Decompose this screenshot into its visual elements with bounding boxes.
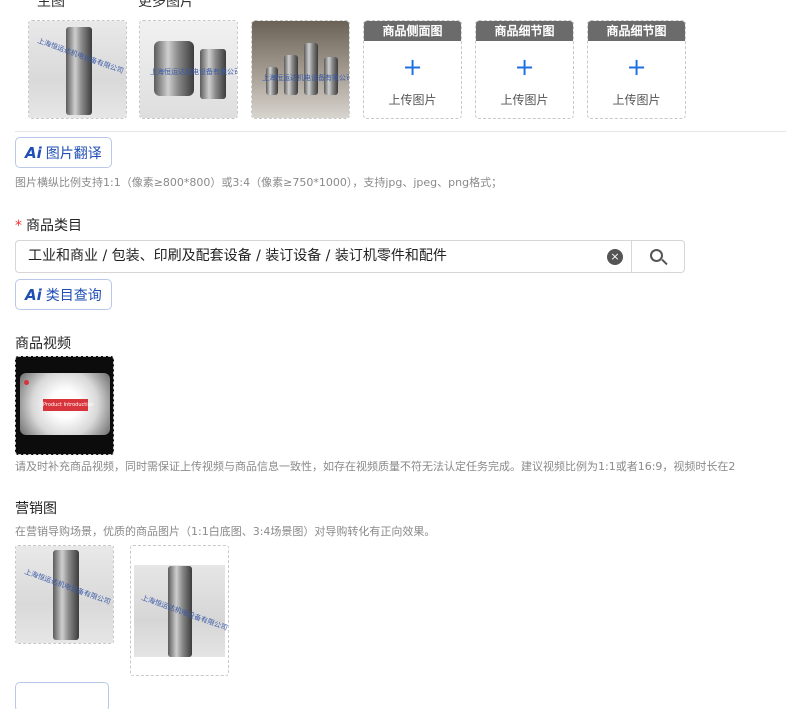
main-image-label: 主图 [37, 0, 65, 10]
upload-detail-image-1[interactable]: 商品细节图 + 上传图片 [475, 20, 574, 119]
ai-icon: Ai [25, 143, 42, 162]
category-title-text: 商品类目 [26, 218, 82, 234]
product-photo: 上海恒运达机电设备有限公司 [29, 21, 126, 118]
clear-icon[interactable]: × [607, 249, 623, 265]
upload-tile-header: 商品细节图 [588, 21, 685, 41]
watermark-text: 上海恒运达机电设备有限公司 [262, 74, 350, 82]
more-image-tile-1[interactable]: 上海恒运达机电设备有限公司 [139, 20, 238, 119]
video-hint: 请及时补充商品视频，同时需保证上传视频与商品信息一致性，如存在视频质量不符无法认… [15, 460, 736, 473]
more-image-tile-2[interactable]: 上海恒运达机电设备有限公司 [251, 20, 350, 119]
more-images-label: 更多图片 [138, 0, 194, 10]
upload-tile-header: 商品细节图 [476, 21, 573, 41]
image-translate-button[interactable]: Ai 图片翻译 [15, 137, 112, 168]
upload-tile-label: 上传图片 [500, 93, 549, 107]
product-photo: 上海恒运达机电设备有限公司 [140, 21, 237, 118]
upload-tile-label: 上传图片 [612, 93, 661, 107]
plus-icon: + [626, 53, 647, 81]
video-thumbnail[interactable]: Product Introduction [15, 356, 114, 455]
category-query-button[interactable]: Ai 类目查询 [15, 279, 112, 310]
marketing-image-square[interactable]: 上海恒运达机电设备有限公司 [15, 545, 114, 644]
video-thumbnail-caption: Product Introduction [43, 399, 94, 411]
main-image-tile[interactable]: 上海恒运达机电设备有限公司 [28, 20, 127, 119]
product-photo: 上海恒运达机电设备有限公司 [16, 546, 113, 643]
product-photo: 上海恒运达机电设备有限公司 [131, 546, 228, 675]
plus-icon: + [514, 53, 535, 81]
divider [15, 131, 786, 132]
category-query-label: 类目查询 [45, 287, 102, 304]
upload-tile-label: 上传图片 [388, 93, 437, 107]
upload-tile-header: 商品侧面图 [364, 21, 461, 41]
marketing-title: 营销图 [15, 501, 57, 517]
image-translate-label: 图片翻译 [45, 145, 102, 162]
marketing-hint: 在营销导购场景，优质的商品图片（1:1白底图、3:4场景图）对导购转化有正向效果… [15, 525, 436, 538]
video-title: 商品视频 [15, 336, 71, 352]
image-requirements-hint: 图片横纵比例支持1:1（像素≥800*800）或3:4（像素≥750*1000）… [15, 176, 503, 189]
partial-button[interactable] [15, 682, 109, 709]
marketing-image-portrait[interactable]: 上海恒运达机电设备有限公司 [130, 545, 229, 676]
category-title: * 商品类目 [15, 215, 82, 235]
record-dot-icon [24, 380, 29, 385]
product-photo: 上海恒运达机电设备有限公司 [252, 21, 349, 118]
upload-detail-image-2[interactable]: 商品细节图 + 上传图片 [587, 20, 686, 119]
upload-side-image[interactable]: 商品侧面图 + 上传图片 [363, 20, 462, 119]
required-mark: * [15, 218, 22, 234]
watermark-text: 上海恒运达机电设备有限公司 [150, 68, 238, 76]
ai-icon: Ai [25, 285, 42, 304]
plus-icon: + [402, 53, 423, 81]
category-field[interactable]: 工业和商业 / 包装、印刷及配套设备 / 装订设备 / 装订机零件和配件 [15, 240, 632, 273]
category-search-button[interactable] [631, 240, 685, 273]
